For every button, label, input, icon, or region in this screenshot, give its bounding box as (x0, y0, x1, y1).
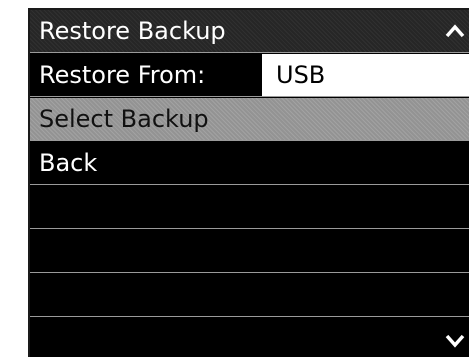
menu-item-empty (30, 230, 469, 273)
chevron-up-icon[interactable] (445, 22, 465, 42)
device-screen: Restore Backup Restore From: USB Select … (28, 8, 469, 357)
select-backup-label: Select Backup (39, 105, 209, 133)
chevron-down-icon[interactable] (445, 330, 465, 350)
menu-item-restore-from[interactable]: Restore From: USB (30, 54, 469, 97)
menu-item-back[interactable]: Back (30, 142, 469, 185)
restore-from-label: Restore From: (39, 61, 206, 89)
menu-item-empty (30, 186, 469, 229)
menu-title: Restore Backup (39, 17, 226, 45)
restore-from-value: USB (276, 61, 326, 89)
back-label: Back (39, 149, 98, 177)
restore-from-value-field[interactable]: USB (262, 54, 469, 96)
menu-item-empty (30, 318, 469, 359)
menu-item-empty (30, 274, 469, 317)
menu-title-bar: Restore Backup (30, 10, 469, 53)
menu-item-select-backup[interactable]: Select Backup (30, 98, 469, 141)
